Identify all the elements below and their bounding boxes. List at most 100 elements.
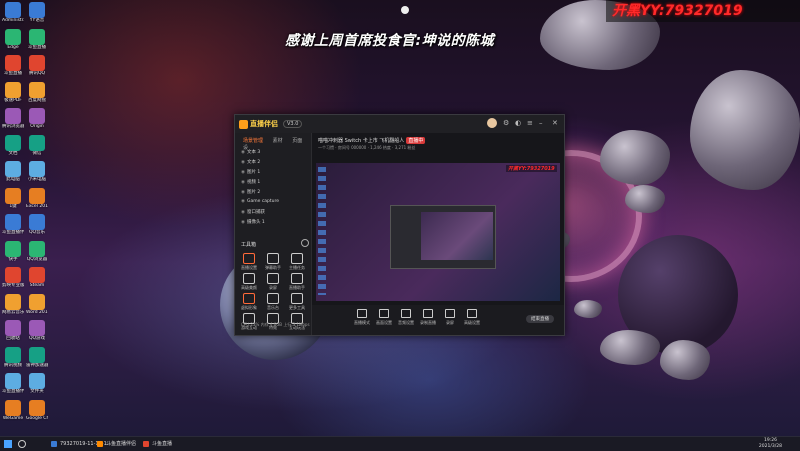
scene-item[interactable]: ◉ Game capture xyxy=(241,199,279,204)
app-icon xyxy=(29,214,45,230)
desktop-icon[interactable]: 文档 xyxy=(2,134,24,156)
desktop-icon-label: Origin xyxy=(30,124,44,129)
tool-button[interactable]: 主播任务 xyxy=(286,253,308,271)
desktop-icon[interactable]: Word 2016 xyxy=(26,293,48,315)
desktop-icon-label: 网易云音乐 xyxy=(2,309,24,315)
desktop-icon[interactable]: 斗鱼直播 xyxy=(26,28,48,50)
menu-icon[interactable]: ≡ xyxy=(527,119,533,127)
tool-button[interactable]: 直播助手 xyxy=(286,273,308,291)
desktop-icon[interactable]: 腾讯浏览器 xyxy=(2,108,24,129)
desktop-icon[interactable]: QQ音乐 xyxy=(26,214,48,235)
taskbar: 79327019-11-14-1... 斗鱼直播伴侣 斗鱼直播 19:26 2021… xyxy=(0,436,800,451)
desktop-icon[interactable]: YY语音 xyxy=(26,2,48,23)
skin-icon[interactable]: ◐ xyxy=(515,119,521,127)
status-line: CPU 23% 内存 4.6GB 上行 3.1Mbps xyxy=(241,322,310,327)
bottom-bar-button[interactable]: 录屏 xyxy=(440,309,460,326)
bottom-bar-icon xyxy=(467,309,477,318)
app-icon xyxy=(5,320,21,336)
app-icon xyxy=(29,240,45,257)
scene-item[interactable]: ◉ 图片 2 xyxy=(241,189,260,195)
tab-scenes[interactable]: 场景管理 xyxy=(243,138,263,144)
windows-start-icon[interactable] xyxy=(4,440,12,448)
app-icon xyxy=(5,346,21,363)
desktop-icon[interactable]: Steam xyxy=(26,267,48,288)
tool-button[interactable]: 高级美颜 xyxy=(238,273,260,291)
desktop-icon[interactable]: 腾讯视频 xyxy=(2,346,24,368)
desktop-icon[interactable]: 回收站 xyxy=(2,320,24,341)
app-icon xyxy=(29,187,45,204)
taskbar-clock[interactable]: 19:26 2021/3/28 xyxy=(759,438,782,450)
desktop-icon[interactable]: 极速PDF xyxy=(2,81,24,103)
desktop-icon[interactable]: QQ游戏 xyxy=(26,320,48,341)
desktop-icon[interactable]: 百度网盘 xyxy=(26,81,48,103)
desktop-icon[interactable]: Administr... xyxy=(2,2,24,23)
close-icon[interactable]: ✕ xyxy=(552,119,558,127)
tool-button[interactable]: 音乐台 xyxy=(262,293,284,311)
clock-date: 2021/3/28 xyxy=(758,444,782,449)
desktop-icon[interactable]: 此电脑 xyxy=(2,161,24,182)
scene-item[interactable]: ◉ 窗口捕获 xyxy=(241,209,265,215)
desktop-icon-label: Word 2016 xyxy=(26,309,48,315)
asteroid xyxy=(600,330,660,365)
desktop-icon[interactable]: 剪映专业版 xyxy=(2,267,24,288)
app-icon xyxy=(29,293,45,310)
scene-item[interactable]: ◉ 图片 1 xyxy=(241,169,260,175)
asteroid xyxy=(625,185,665,213)
pin-icon xyxy=(401,6,409,14)
scene-item[interactable]: ◉ 摄像头 1 xyxy=(241,219,265,225)
desktop-icon[interactable]: 文件夹 xyxy=(26,373,48,394)
taskbar-item-label: 斗鱼直播 xyxy=(152,441,173,447)
bottom-bar-button[interactable]: 画面设置 xyxy=(374,309,394,326)
version-badge[interactable]: V3.0 xyxy=(283,120,303,128)
app-icon xyxy=(29,28,45,45)
desktop-icon-label: 此电脑 xyxy=(6,177,20,182)
desktop-icon[interactable]: Google Chrome xyxy=(26,399,48,421)
bottom-bar-button[interactable]: 录制直播 xyxy=(418,309,438,326)
end-live-button[interactable]: 结束直播 xyxy=(526,315,554,323)
desktop-icon[interactable]: WeGame xyxy=(2,399,24,421)
tool-button[interactable]: 直播设置 xyxy=(238,253,260,271)
preview-canvas[interactable]: 开黑YY:79327019 xyxy=(316,163,560,301)
desktop-icon[interactable]: 1键 xyxy=(2,187,24,209)
desktop-icon[interactable]: 斗鱼直播伴侣 xyxy=(2,373,24,394)
tab-materials[interactable]: 素材 xyxy=(273,138,283,144)
stream-title-text[interactable]: 喵喵冲刺器 Switch 卡上市 飞机翻船人 xyxy=(318,138,404,144)
tool-button[interactable]: 弹幕助手 xyxy=(262,253,284,271)
desktop-icon[interactable]: 腾讯QQ xyxy=(26,55,48,76)
desktop-icon[interactable]: 网易云音乐 xyxy=(2,293,24,315)
app-icon xyxy=(5,2,21,18)
desktop-icon[interactable]: 斗鱼直播伴侣 xyxy=(2,214,24,235)
desktop-icon[interactable]: Edge xyxy=(2,28,24,50)
asteroid xyxy=(660,340,710,380)
app-name: 直播伴侣 xyxy=(250,120,278,128)
desktop-icon[interactable]: QQ浏览器 xyxy=(26,240,48,262)
bottom-bar-button[interactable]: 直播模式 xyxy=(352,309,372,326)
settings-icon[interactable]: ⚙ xyxy=(503,119,509,127)
desktop-icon[interactable]: 雷神加速器 xyxy=(26,346,48,368)
tool-button[interactable]: 更多工具 xyxy=(286,293,308,311)
desktop-icon[interactable]: 微信 xyxy=(26,134,48,156)
scene-item[interactable]: ◉ 视频 1 xyxy=(241,179,260,185)
avatar[interactable] xyxy=(487,118,497,128)
tool-button[interactable]: 虚拟形象 xyxy=(238,293,260,311)
desktop-icon[interactable]: 小米电脑 xyxy=(26,161,48,182)
desktop-icon[interactable]: Excel 2016 xyxy=(26,187,48,209)
desktop-icon[interactable]: Origin xyxy=(26,108,48,129)
desktop-icon[interactable]: 斗鱼直播 xyxy=(2,55,24,76)
toolbox-settings-icon[interactable] xyxy=(301,239,309,247)
bottom-bar-button[interactable]: 高级设置 xyxy=(462,309,482,326)
desktop-icon-label: 文档 xyxy=(8,150,18,156)
bottom-bar-button[interactable]: 音频设置 xyxy=(396,309,416,326)
desktop-icon-label: QQ音乐 xyxy=(28,230,46,235)
app-icon xyxy=(29,161,45,177)
scene-item[interactable]: ◉ 文本 2 xyxy=(241,159,260,165)
desktop-icon-label: 斗鱼直播 xyxy=(4,71,22,76)
preview-icon-column xyxy=(318,167,326,295)
minimize-icon[interactable]: – xyxy=(539,119,543,127)
search-icon[interactable] xyxy=(18,440,26,448)
taskbar-item[interactable]: 斗鱼直播 xyxy=(142,439,172,449)
scene-item[interactable]: ◉ 文本 3 xyxy=(241,149,260,155)
desktop-icon[interactable]: 快手 xyxy=(2,240,24,262)
tool-button[interactable]: 录屏 xyxy=(262,273,284,291)
taskbar-item[interactable]: 斗鱼直播伴侣 xyxy=(96,439,136,449)
